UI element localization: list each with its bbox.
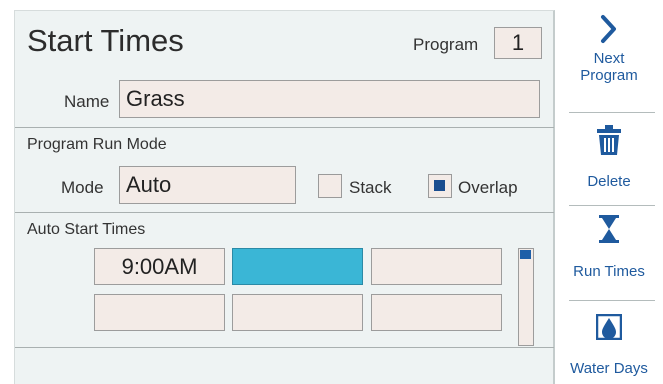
next-program-button[interactable]: Next Program bbox=[555, 14, 663, 104]
sidebar-divider-1 bbox=[569, 112, 655, 113]
divider-3 bbox=[15, 347, 554, 348]
delete-label: Delete bbox=[587, 173, 631, 190]
overlap-checkbox[interactable] bbox=[428, 174, 452, 198]
run-times-label: Run Times bbox=[573, 263, 645, 280]
next-program-label-1: Next bbox=[593, 50, 625, 67]
start-time-cell-6[interactable] bbox=[371, 294, 502, 331]
delete-button[interactable]: Delete bbox=[555, 125, 663, 200]
sidebar-divider-3 bbox=[569, 300, 655, 301]
divider-2 bbox=[15, 212, 554, 213]
water-days-button[interactable]: Water Days bbox=[555, 314, 663, 384]
chevron-right-icon bbox=[601, 15, 616, 43]
program-number-field[interactable]: 1 bbox=[494, 27, 542, 59]
next-program-label-2: Program bbox=[580, 67, 638, 84]
start-time-cell-2[interactable] bbox=[232, 248, 363, 285]
action-sidebar: Next Program Delete Run Times Water Days bbox=[555, 0, 663, 384]
trash-icon bbox=[597, 125, 621, 155]
program-label: Program bbox=[413, 35, 479, 54]
start-time-cell-5[interactable] bbox=[232, 294, 363, 331]
water-days-label: Water Days bbox=[570, 360, 648, 377]
mode-label: Mode bbox=[61, 178, 104, 197]
water-drop-icon bbox=[596, 314, 622, 340]
divider-1 bbox=[15, 127, 554, 128]
run-times-button[interactable]: Run Times bbox=[555, 215, 663, 295]
auto-start-section-label: Auto Start Times bbox=[27, 221, 146, 238]
name-label: Name bbox=[64, 92, 110, 111]
checkbox-checked-mark bbox=[434, 180, 445, 191]
start-time-cell-3[interactable] bbox=[371, 248, 502, 285]
mode-select[interactable]: Auto bbox=[119, 166, 296, 204]
start-times-scrollbar[interactable] bbox=[518, 248, 534, 346]
scrollbar-thumb[interactable] bbox=[520, 250, 531, 259]
page-title: Start Times bbox=[27, 23, 184, 58]
run-mode-section-label: Program Run Mode bbox=[27, 136, 167, 153]
stack-checkbox[interactable] bbox=[318, 174, 342, 198]
start-times-panel: Start Times Program 1 Name Grass Program… bbox=[14, 10, 555, 384]
sidebar-divider-2 bbox=[569, 205, 655, 206]
hourglass-icon bbox=[599, 215, 619, 243]
start-time-cell-4[interactable] bbox=[94, 294, 225, 331]
name-field[interactable]: Grass bbox=[119, 80, 540, 118]
stack-label: Stack bbox=[349, 178, 392, 197]
overlap-label: Overlap bbox=[458, 178, 518, 197]
start-time-cell-1[interactable]: 9:00AM bbox=[94, 248, 225, 285]
